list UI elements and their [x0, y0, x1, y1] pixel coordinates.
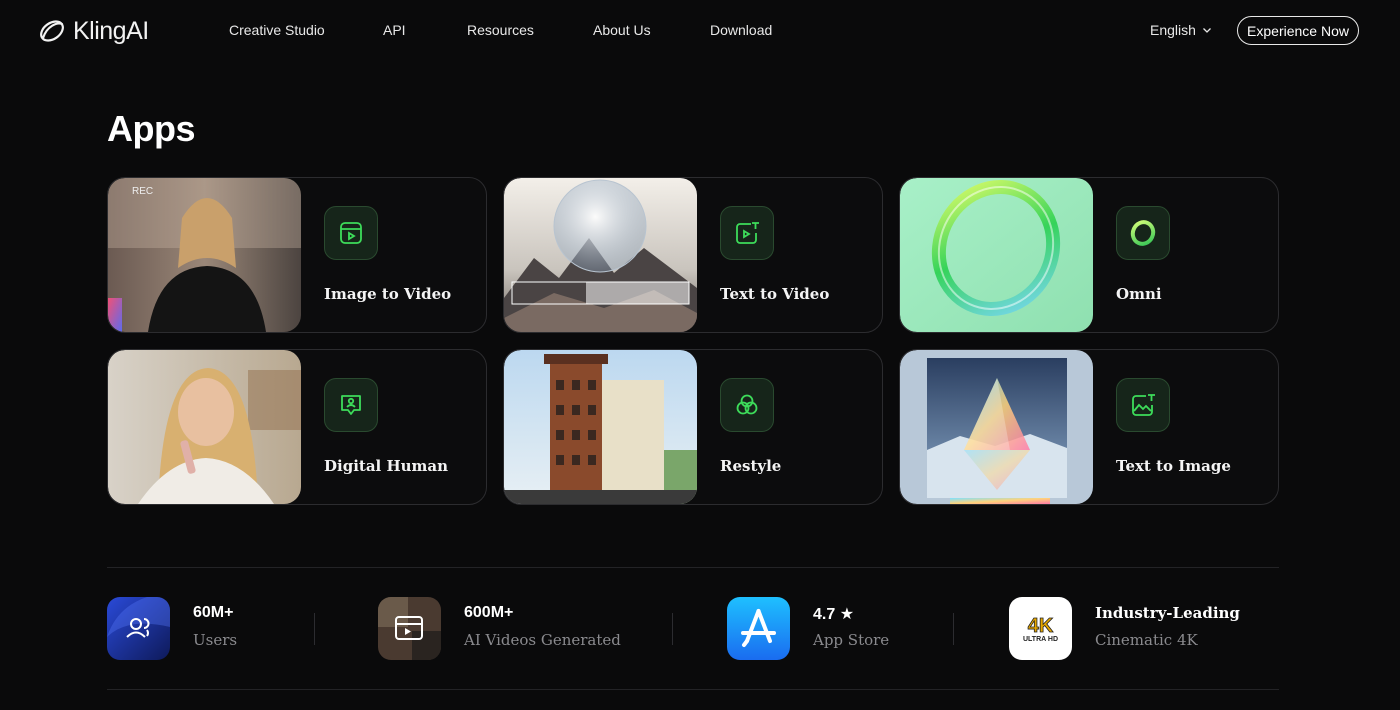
nav-link-resources[interactable]: Resources: [467, 22, 534, 38]
digital-human-icon: [324, 378, 378, 432]
chevron-down-icon: [1202, 28, 1211, 33]
experience-now-button[interactable]: Experience Now: [1237, 16, 1359, 45]
stat-value: Industry-Leading: [1095, 604, 1240, 622]
nav-link-about-us[interactable]: About Us: [593, 22, 651, 38]
nav-link-api[interactable]: API: [383, 22, 406, 38]
stat-separator: [672, 613, 673, 645]
app-label: Restyle: [720, 457, 782, 475]
app-label: Digital Human: [324, 457, 449, 475]
brand-name: KlingAI: [73, 16, 149, 45]
text-to-video-icon: [720, 206, 774, 260]
app-label: Image to Video: [324, 285, 452, 303]
stat-value: 60M+: [193, 604, 234, 621]
svg-text:4K: 4K: [1028, 615, 1054, 637]
stat-label: App Store: [813, 631, 890, 649]
app-label: Text to Video: [720, 285, 830, 303]
app-card-text-to-image[interactable]: Text to Image: [899, 349, 1279, 505]
stat-label: Cinematic 4K: [1095, 631, 1198, 649]
kling-logo-icon: [40, 20, 64, 42]
nav-link-download[interactable]: Download: [710, 22, 772, 38]
digital-human-thumbnail: [108, 350, 301, 504]
stat-value: 600M+: [464, 604, 514, 621]
app-store-icon: [727, 597, 790, 660]
app-label: Omni: [1116, 285, 1162, 303]
top-nav: KlingAI Creative Studio API Resources Ab…: [0, 0, 1400, 62]
restyle-icon: [720, 378, 774, 432]
video-icon: [378, 597, 441, 660]
image-to-video-icon: [324, 206, 378, 260]
apps-heading: Apps: [107, 108, 196, 149]
app-card-text-to-video[interactable]: Text to Video: [503, 177, 883, 333]
stat-separator: [953, 613, 954, 645]
stat-separator: [314, 613, 315, 645]
stat-label: AI Videos Generated: [464, 631, 621, 649]
image-to-video-thumbnail: REC: [108, 178, 301, 332]
app-card-restyle[interactable]: Restyle: [503, 349, 883, 505]
text-to-image-icon: [1116, 378, 1170, 432]
omni-thumbnail: [900, 178, 1093, 332]
text-to-image-thumbnail: [900, 350, 1093, 504]
restyle-thumbnail: [504, 350, 697, 504]
stats-top-divider: [107, 567, 1279, 568]
klingai-logo[interactable]: KlingAI: [37, 13, 149, 49]
text-to-video-thumbnail: [504, 178, 697, 332]
language-selector[interactable]: English: [1150, 22, 1212, 38]
svg-text:ULTRA HD: ULTRA HD: [1023, 636, 1058, 643]
stat-value: 4.7 ★: [813, 606, 855, 623]
app-card-image-to-video[interactable]: REC Image to Video: [107, 177, 487, 333]
language-label: English: [1150, 22, 1196, 38]
nav-link-creative-studio[interactable]: Creative Studio: [229, 22, 325, 38]
rec-indicator: REC: [132, 186, 154, 197]
app-card-digital-human[interactable]: Digital Human: [107, 349, 487, 505]
app-card-omni[interactable]: Omni: [899, 177, 1279, 333]
4k-ultra-hd-icon: 4K ULTRA HD: [1009, 597, 1072, 660]
stat-label: Users: [193, 631, 238, 649]
users-icon: [107, 597, 170, 660]
app-label: Text to Image: [1116, 457, 1231, 475]
omni-ring-icon: [1116, 206, 1170, 260]
stats-bottom-divider: [107, 689, 1279, 690]
